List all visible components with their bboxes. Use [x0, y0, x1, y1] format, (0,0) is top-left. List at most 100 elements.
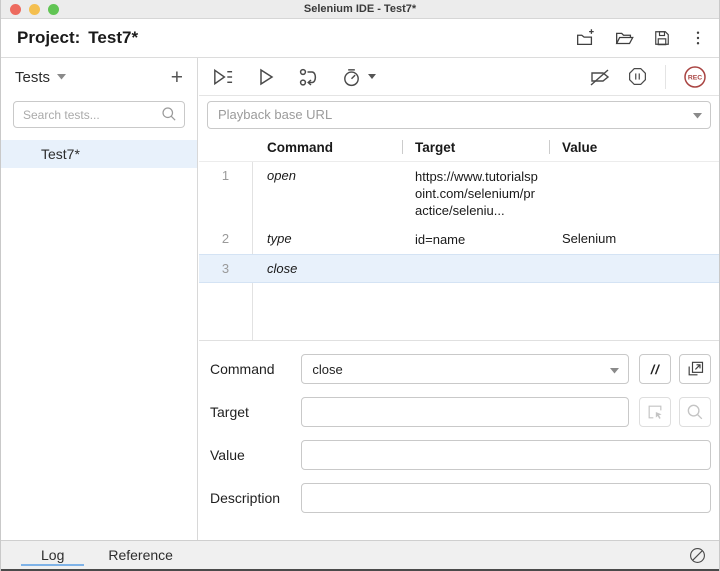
record-icon: REC — [683, 65, 707, 89]
playback-url-combobox — [207, 101, 711, 129]
value-form-row: Value — [207, 440, 711, 470]
comment-toggle-icon: // — [651, 362, 660, 377]
speed-caret-icon — [368, 74, 376, 79]
page-title: Project: Test7* — [17, 19, 138, 57]
select-caret-icon — [610, 368, 619, 374]
chevron-down-icon — [57, 74, 66, 80]
command-row-3[interactable]: 3 close — [199, 254, 719, 283]
row-number: 3 — [199, 255, 252, 282]
test-search — [13, 101, 185, 128]
test-speed-icon — [341, 66, 362, 88]
find-target-button[interactable] — [679, 397, 711, 427]
column-value: Value — [549, 140, 719, 155]
open-window-icon — [685, 359, 705, 379]
playback-toolbar: REC — [199, 58, 719, 96]
kebab-menu-icon — [689, 29, 707, 47]
column-target: Target — [402, 140, 549, 155]
titlebar: Selenium IDE - Test7* — [1, 0, 719, 19]
pause-on-exceptions-button[interactable] — [627, 66, 648, 87]
target-input[interactable] — [301, 397, 629, 427]
target-cell: https://www.tutorialspoint.com/selenium/… — [402, 162, 549, 225]
value-cell: Selenium — [549, 225, 719, 254]
column-command: Command — [252, 140, 402, 155]
project-name: Test7* — [88, 28, 138, 47]
command-cell: type — [252, 225, 402, 254]
toggle-comment-button[interactable]: // — [639, 354, 671, 384]
select-element-icon — [645, 402, 665, 422]
save-project-button[interactable] — [652, 28, 672, 48]
new-project-button[interactable] — [574, 27, 596, 49]
command-row-1[interactable]: 1 open https://www.tutorialspoint.com/se… — [199, 162, 719, 225]
record-button[interactable]: REC — [683, 65, 707, 89]
toolbar-right: REC — [588, 65, 707, 89]
value-cell — [549, 255, 719, 282]
run-all-tests-icon — [211, 66, 234, 88]
value-cell — [549, 162, 719, 225]
bottom-tab-bar: Log Reference — [1, 540, 719, 571]
url-caret-icon[interactable] — [693, 113, 702, 119]
playback-url-row — [199, 96, 719, 133]
run-current-test-icon — [256, 66, 276, 88]
target-field-label: Target — [207, 404, 301, 420]
sidebar-header: Tests + — [1, 58, 197, 96]
disable-breakpoints-icon — [588, 66, 612, 88]
target-cell — [402, 255, 549, 282]
tests-title: Tests — [15, 69, 50, 86]
search-icon — [160, 105, 178, 123]
run-all-tests-button[interactable] — [211, 66, 234, 88]
test-list-item[interactable]: Test7* — [1, 140, 197, 168]
new-project-icon — [574, 27, 596, 49]
editor-panel: REC Command Target Value 1 open https://… — [199, 58, 719, 540]
save-icon — [652, 28, 672, 48]
playback-base-url-input[interactable] — [207, 101, 711, 129]
selenium-ide-window: { "window": { "title": "Selenium IDE - T… — [0, 0, 720, 571]
project-label: Project: — [17, 28, 80, 47]
close-window-button[interactable] — [10, 4, 21, 15]
value-input[interactable] — [301, 440, 711, 470]
row-number: 2 — [199, 225, 252, 254]
step-over-icon — [298, 66, 319, 88]
description-field-label: Description — [207, 490, 301, 506]
command-field-label: Command — [207, 361, 301, 377]
tests-dropdown[interactable]: Tests — [15, 69, 66, 86]
description-input[interactable] — [301, 483, 711, 513]
tab-reference[interactable]: Reference — [86, 541, 195, 569]
minimize-window-button[interactable] — [29, 4, 40, 15]
step-over-button[interactable] — [298, 66, 319, 88]
open-project-icon — [613, 27, 635, 49]
open-new-window-button[interactable] — [679, 354, 711, 384]
clear-log-icon — [688, 546, 707, 565]
window-title: Selenium IDE - Test7* — [1, 0, 719, 18]
tab-log[interactable]: Log — [19, 541, 86, 569]
add-test-button[interactable]: + — [171, 67, 183, 88]
window-controls — [10, 4, 59, 15]
command-cell: open — [252, 162, 402, 225]
more-menu-button[interactable] — [689, 29, 707, 47]
disable-breakpoints-button[interactable] — [588, 66, 612, 88]
command-row-2[interactable]: 2 type id=name Selenium — [199, 225, 719, 254]
project-header: Project: Test7* — [1, 19, 719, 58]
pause-on-exceptions-icon — [627, 66, 648, 87]
command-select-value: close — [312, 362, 342, 377]
svg-text:REC: REC — [688, 74, 702, 81]
tests-sidebar: Tests + Test7* — [1, 58, 198, 540]
toolbar-left — [211, 66, 376, 88]
find-target-icon — [685, 402, 705, 422]
select-target-button[interactable] — [639, 397, 671, 427]
run-current-test-button[interactable] — [256, 66, 276, 88]
target-form-row: Target — [207, 397, 711, 427]
row-number: 1 — [199, 162, 252, 225]
command-cell: close — [252, 255, 402, 282]
zoom-window-button[interactable] — [48, 4, 59, 15]
command-form-row: Command close // — [207, 354, 711, 384]
command-edit-form: Command close // Target Value — [199, 341, 719, 526]
clear-log-button[interactable] — [688, 546, 707, 565]
command-select[interactable]: close — [301, 354, 629, 384]
project-actions — [574, 19, 707, 57]
open-project-button[interactable] — [613, 27, 635, 49]
test-speed-control[interactable] — [341, 66, 376, 88]
toolbar-separator — [665, 65, 666, 89]
value-field-label: Value — [207, 447, 301, 463]
test-list: Test7* — [1, 140, 197, 168]
commands-table-header: Command Target Value — [199, 133, 719, 162]
